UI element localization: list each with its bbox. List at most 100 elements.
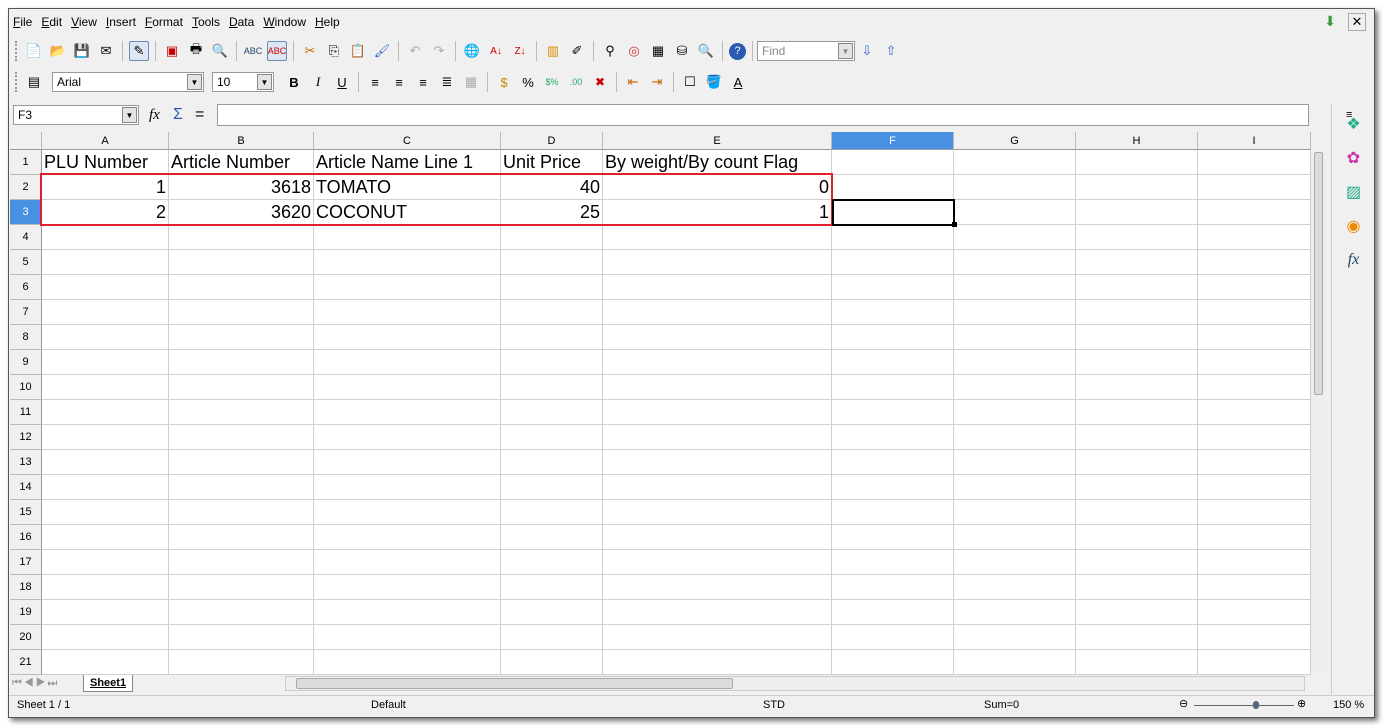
cell-c10[interactable] <box>314 375 501 400</box>
cell-f19[interactable] <box>832 600 954 625</box>
row-header-19[interactable]: 19 <box>10 600 42 625</box>
selection-mode[interactable]: STD <box>763 699 785 711</box>
cell-c4[interactable] <box>314 225 501 250</box>
cell-h2[interactable] <box>1076 175 1198 200</box>
cell-a18[interactable] <box>42 575 169 600</box>
cell-b3[interactable]: 3620 <box>169 200 314 225</box>
cell-h12[interactable] <box>1076 425 1198 450</box>
cell-f8[interactable] <box>832 325 954 350</box>
print-icon[interactable]: 🖶 <box>186 41 206 61</box>
row-header-7[interactable]: 7 <box>10 300 42 325</box>
cell-i19[interactable] <box>1198 600 1311 625</box>
cell-e19[interactable] <box>603 600 832 625</box>
row-header-2[interactable]: 2 <box>10 175 42 200</box>
email-icon[interactable]: ✉ <box>96 41 116 61</box>
justify-icon[interactable]: ≣ <box>437 72 457 92</box>
cell-c16[interactable] <box>314 525 501 550</box>
cell-f2[interactable] <box>832 175 954 200</box>
cell-g11[interactable] <box>954 400 1076 425</box>
cell-h13[interactable] <box>1076 450 1198 475</box>
cell-a6[interactable] <box>42 275 169 300</box>
cell-f13[interactable] <box>832 450 954 475</box>
cell-e17[interactable] <box>603 550 832 575</box>
cell-a7[interactable] <box>42 300 169 325</box>
cell-i11[interactable] <box>1198 400 1311 425</box>
cell-e10[interactable] <box>603 375 832 400</box>
cell-e8[interactable] <box>603 325 832 350</box>
cell-i16[interactable] <box>1198 525 1311 550</box>
cell-c8[interactable] <box>314 325 501 350</box>
cell-h10[interactable] <box>1076 375 1198 400</box>
cell-g10[interactable] <box>954 375 1076 400</box>
cell-b20[interactable] <box>169 625 314 650</box>
cell-c6[interactable] <box>314 275 501 300</box>
cell-c13[interactable] <box>314 450 501 475</box>
cell-a16[interactable] <box>42 525 169 550</box>
spellcheck-icon[interactable]: ABC <box>243 41 263 61</box>
cell-i7[interactable] <box>1198 300 1311 325</box>
cell-c5[interactable] <box>314 250 501 275</box>
save-icon[interactable]: 💾 <box>72 41 92 61</box>
cell-g2[interactable] <box>954 175 1076 200</box>
sum-icon[interactable]: Σ <box>173 106 193 124</box>
cell-c2[interactable]: TOMATO <box>314 175 501 200</box>
find-replace-icon[interactable]: ⚲ <box>600 41 620 61</box>
cell-a2[interactable]: 1 <box>42 175 169 200</box>
cell-b5[interactable] <box>169 250 314 275</box>
cell-f20[interactable] <box>832 625 954 650</box>
cell-g15[interactable] <box>954 500 1076 525</box>
cell-h9[interactable] <box>1076 350 1198 375</box>
underline-button[interactable]: U <box>332 72 352 92</box>
draw-functions-icon[interactable]: ✐ <box>567 41 587 61</box>
row-header-11[interactable]: 11 <box>10 400 42 425</box>
row-header-1[interactable]: 1 <box>10 150 42 175</box>
cell-a1[interactable]: PLU Number <box>42 150 169 175</box>
edit-file-icon[interactable]: ✎ <box>129 41 149 61</box>
cell-h7[interactable] <box>1076 300 1198 325</box>
cell-g14[interactable] <box>954 475 1076 500</box>
find-previous-icon[interactable]: ⇧ <box>881 41 901 61</box>
row-header-6[interactable]: 6 <box>10 275 42 300</box>
cell-b10[interactable] <box>169 375 314 400</box>
properties-icon[interactable]: ❖ <box>1342 112 1366 136</box>
cell-b15[interactable] <box>169 500 314 525</box>
column-header-g[interactable]: G <box>954 132 1076 150</box>
page-style[interactable]: Default <box>371 699 406 711</box>
cell-a10[interactable] <box>42 375 169 400</box>
row-header-20[interactable]: 20 <box>10 625 42 650</box>
chart-icon[interactable]: ▥ <box>543 41 563 61</box>
cell-i6[interactable] <box>1198 275 1311 300</box>
bold-button[interactable]: B <box>284 72 304 92</box>
cell-d21[interactable] <box>501 650 603 675</box>
cell-d8[interactable] <box>501 325 603 350</box>
cell-h15[interactable] <box>1076 500 1198 525</box>
menu-edit[interactable]: Edit <box>41 15 62 29</box>
standard-format-icon[interactable]: $% <box>542 72 562 92</box>
cell-b14[interactable] <box>169 475 314 500</box>
row-header-16[interactable]: 16 <box>10 525 42 550</box>
cell-i5[interactable] <box>1198 250 1311 275</box>
cell-a17[interactable] <box>42 550 169 575</box>
cell-i12[interactable] <box>1198 425 1311 450</box>
cell-f7[interactable] <box>832 300 954 325</box>
cell-h8[interactable] <box>1076 325 1198 350</box>
cell-e21[interactable] <box>603 650 832 675</box>
cut-icon[interactable]: ✂ <box>300 41 320 61</box>
cell-d11[interactable] <box>501 400 603 425</box>
cell-g1[interactable] <box>954 150 1076 175</box>
cell-i1[interactable] <box>1198 150 1311 175</box>
styles-formatting-icon[interactable]: ✿ <box>1342 146 1366 170</box>
row-header-18[interactable]: 18 <box>10 575 42 600</box>
cell-g4[interactable] <box>954 225 1076 250</box>
column-header-i[interactable]: I <box>1198 132 1311 150</box>
autospell-icon[interactable]: ABC <box>267 41 287 61</box>
menu-file[interactable]: File <box>13 15 32 29</box>
column-header-a[interactable]: A <box>42 132 169 150</box>
background-color-icon[interactable]: 🪣 <box>704 72 724 92</box>
row-header-15[interactable]: 15 <box>10 500 42 525</box>
cell-d20[interactable] <box>501 625 603 650</box>
functions-sidebar-icon[interactable]: fx <box>1342 248 1366 272</box>
sort-descending-icon[interactable]: Z↓ <box>510 41 530 61</box>
cell-f3[interactable] <box>832 200 954 225</box>
cell-i14[interactable] <box>1198 475 1311 500</box>
